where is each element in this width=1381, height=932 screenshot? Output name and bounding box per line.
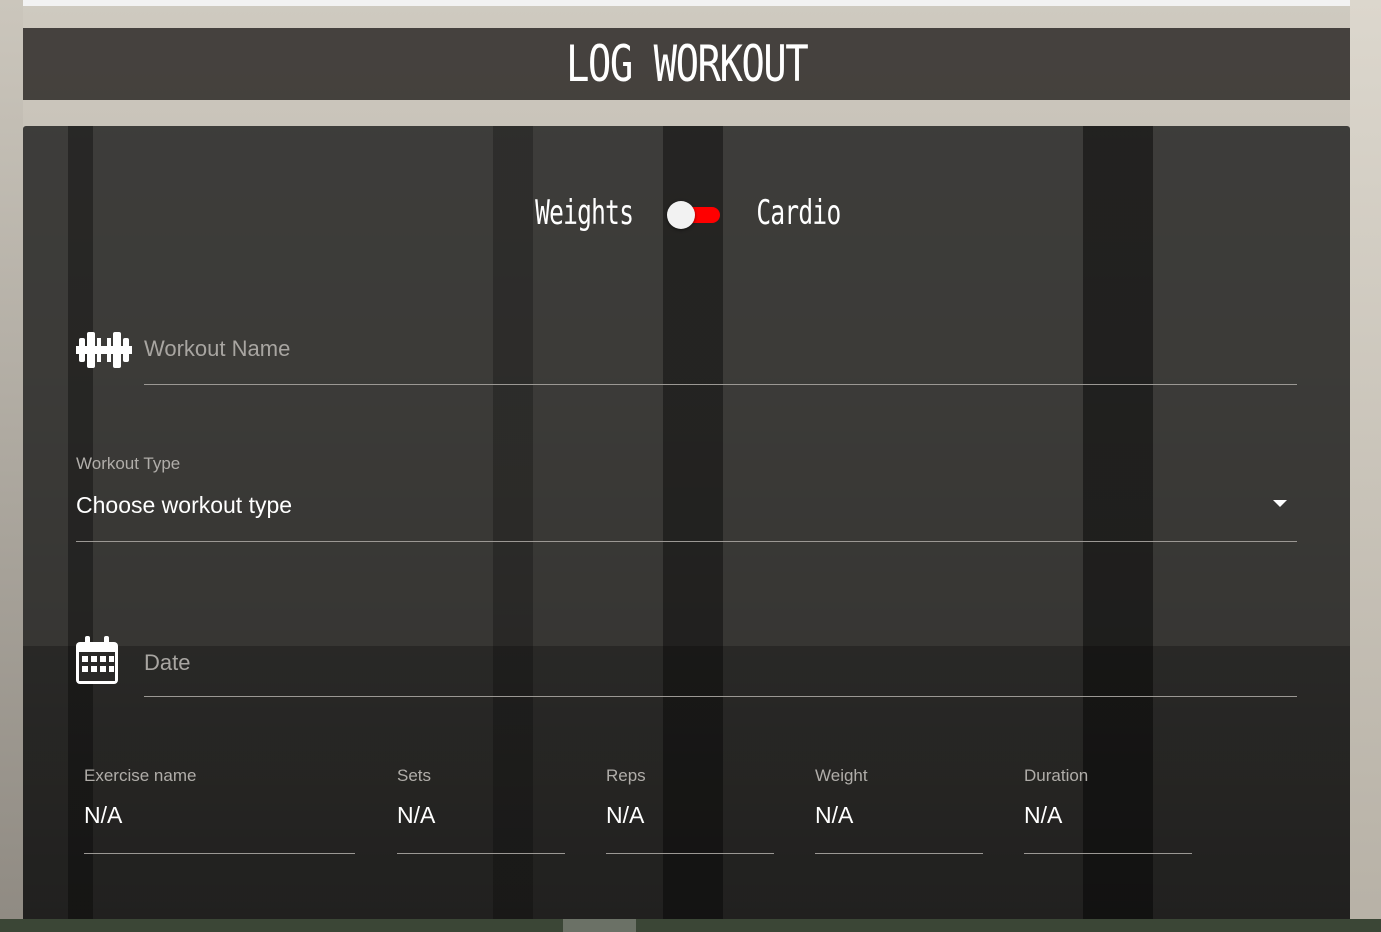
- duration-label: Duration: [1024, 766, 1089, 785]
- reps-input[interactable]: [606, 802, 774, 829]
- workout-type-label: Workout Type: [76, 454, 181, 473]
- exercise-name-input[interactable]: [84, 802, 355, 829]
- reps-label: Reps: [606, 766, 646, 785]
- exercise-name-label: Exercise name: [84, 766, 197, 785]
- date-row: [76, 636, 1297, 698]
- sets-field: Sets: [397, 764, 565, 854]
- workout-type-select[interactable]: Workout Type Choose workout type: [76, 452, 1297, 542]
- page-title: LOG WORKOUT: [565, 35, 809, 93]
- duration-field: Duration: [1024, 764, 1192, 854]
- caret-down-icon[interactable]: [1273, 500, 1287, 507]
- calendar-icon: [76, 636, 132, 684]
- weight-input[interactable]: [815, 802, 983, 829]
- reps-field: Reps: [606, 764, 774, 854]
- exercise-name-field: Exercise name: [84, 764, 355, 854]
- top-strip: [0, 0, 1381, 6]
- background-left-edge: [0, 0, 23, 932]
- weights-label[interactable]: Weights: [535, 193, 634, 233]
- cardio-label[interactable]: Cardio: [757, 193, 842, 233]
- workout-name-field: [144, 336, 1297, 385]
- weights-cardio-switch[interactable]: [666, 201, 722, 229]
- switch-knob[interactable]: [667, 201, 696, 229]
- date-input[interactable]: [144, 650, 1297, 676]
- weight-label: Weight: [815, 766, 868, 785]
- weight-field: Weight: [815, 764, 983, 854]
- workout-type-value[interactable]: Choose workout type: [76, 492, 292, 519]
- scrollbar-thumb[interactable]: [563, 919, 636, 932]
- horizontal-scrollbar[interactable]: [0, 919, 1381, 932]
- workout-name-row: [76, 326, 1297, 386]
- workout-mode-toggle-row: Weights Cardio: [23, 188, 1350, 238]
- background-right-edge: [1350, 0, 1381, 932]
- page-header: LOG WORKOUT: [23, 28, 1350, 100]
- log-workout-card: Weights Cardio Workout Type Choose worko: [23, 126, 1350, 919]
- date-field: [144, 650, 1297, 697]
- dumbbell-icon: [76, 328, 132, 372]
- sets-label: Sets: [397, 766, 432, 785]
- sets-input[interactable]: [397, 802, 565, 829]
- duration-input[interactable]: [1024, 802, 1192, 829]
- workout-name-input[interactable]: [144, 336, 1297, 362]
